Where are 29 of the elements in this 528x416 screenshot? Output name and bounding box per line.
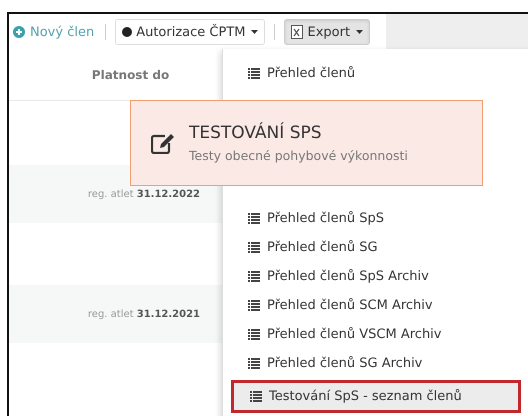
column-header: Platnost do [90, 68, 170, 82]
menu-item[interactable]: Přehled členů SpS Archiv [223, 262, 493, 291]
list-icon [250, 391, 262, 402]
validity-text: reg. atlet 31.12.2022 [88, 188, 200, 200]
menu-item[interactable]: Přehled členů SG [223, 233, 493, 262]
menu-item[interactable]: Testování SpS - seznam členů [231, 380, 521, 413]
caret-icon [251, 30, 258, 34]
menu-item[interactable]: Přehled členů [223, 59, 493, 88]
spreadsheet-file-icon [291, 25, 304, 39]
list-icon [248, 358, 260, 369]
plus-circle-icon [13, 26, 25, 38]
list-icon [248, 68, 260, 79]
list-icon [248, 300, 260, 311]
list-icon [248, 329, 260, 340]
menu-item[interactable]: Přehled členů SpS [223, 204, 493, 233]
menu-item[interactable]: Přehled členů SCM Archiv [223, 291, 493, 320]
caret-icon [356, 30, 364, 34]
list-icon [248, 213, 260, 224]
dot-icon [122, 27, 132, 37]
callout-subtitle: Testy obecné pohybové výkonnosti [189, 148, 408, 163]
list-icon [248, 271, 260, 282]
validity-text: reg. atlet 31.12.2021 [88, 308, 200, 320]
authorization-dropdown[interactable]: Autorizace ČPTM [115, 19, 266, 45]
edit-icon [151, 132, 175, 154]
menu-item[interactable]: Přehled členů VSCM Archiv [223, 320, 493, 349]
export-dropdown[interactable]: Export [284, 19, 370, 45]
menu-item[interactable]: Přehled členů SG Archiv [223, 349, 493, 378]
callout-title: TESTOVÁNÍ SPS [189, 123, 323, 143]
list-icon [248, 242, 260, 253]
